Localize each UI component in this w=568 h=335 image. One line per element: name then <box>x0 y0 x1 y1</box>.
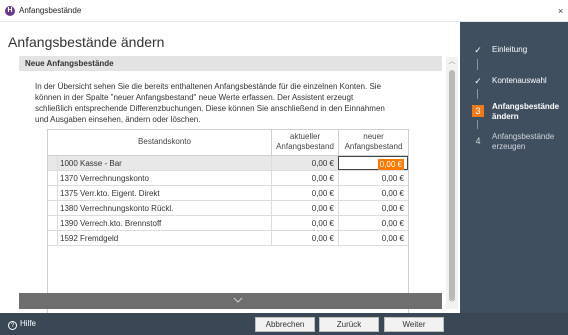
new-balance-input[interactable]: 0,00 € <box>338 231 408 245</box>
scroll-up-icon[interactable]: ︿ <box>446 57 458 67</box>
page-title: Anfangsbestände ändern <box>8 34 165 50</box>
current-balance: 0,00 € <box>271 156 338 170</box>
wizard-steps-sidebar: ✓ Einleitung ✓ Kontenauswahl 3 Anfangsbe… <box>460 22 568 313</box>
next-button[interactable]: Weiter <box>384 317 444 332</box>
header-line: aktueller <box>289 132 321 141</box>
current-balance: 0,00 € <box>271 186 338 200</box>
account-name: 1375 Verr.kto. Eigent. Direkt <box>60 189 160 198</box>
table-row[interactable]: 1370 Verrechnungskonto 0,00 € 0,00 € <box>48 171 408 186</box>
step-connector <box>477 89 478 99</box>
account-name: 1390 Verrech.kto. Brennstoff <box>60 219 162 228</box>
new-balance-value[interactable]: 0,00 € <box>377 159 404 170</box>
window-title: Anfangsbestände <box>19 6 82 15</box>
current-balance: 0,00 € <box>271 171 338 185</box>
column-header-account: Bestandskonto <box>138 137 191 146</box>
footer-bar: ? Hilfe Abbrechen Zurück Weiter <box>0 313 568 335</box>
scrollbar-thumb[interactable] <box>449 70 455 300</box>
new-balance-input[interactable]: 0,00 € <box>338 156 408 170</box>
current-balance: 0,00 € <box>271 231 338 245</box>
intro-line: schließlich entsprechende Differenzbuchu… <box>35 104 385 113</box>
intro-line: und Ausgaben einsehen, ändern oder lösch… <box>35 115 201 124</box>
table-row[interactable]: 1380 Verrechnungskonto Rückl. 0,00 € 0,0… <box>48 201 408 216</box>
help-link[interactable]: ? Hilfe <box>8 319 36 330</box>
current-balance: 0,00 € <box>271 216 338 230</box>
header-line: Anfangsbestand <box>344 142 403 151</box>
step-label: Einleitung <box>492 45 528 54</box>
cancel-button[interactable]: Abbrechen <box>255 317 315 332</box>
checkmark-icon: ✓ <box>474 76 482 86</box>
vertical-scrollbar[interactable]: ︿ ﹀ <box>446 57 458 309</box>
column-header-new-balance: neuer Anfangsbestand <box>338 130 408 156</box>
scroll-more-strip[interactable] <box>19 293 442 309</box>
step-label-line: erzeugen <box>492 142 526 151</box>
row-selector[interactable] <box>48 156 58 170</box>
intro-text: In der Übersicht sehen Sie die bereits e… <box>35 81 395 125</box>
account-name: 1380 Verrechnungskonto Rückl. <box>60 204 174 213</box>
new-balance-input[interactable]: 0,00 € <box>338 171 408 185</box>
account-name: 1000 Kasse - Bar <box>60 159 122 168</box>
close-icon[interactable]: × <box>558 4 568 18</box>
step-label: Anfangsbestände ändern <box>492 102 559 122</box>
table-row[interactable]: 1592 Fremdgeld 0,00 € 0,00 € <box>48 231 408 246</box>
scroll-down-icon[interactable]: ﹀ <box>446 299 458 309</box>
table-row[interactable]: 1390 Verrech.kto. Brennstoff 0,00 € 0,00… <box>48 216 408 231</box>
row-selector[interactable] <box>48 186 58 200</box>
back-button[interactable]: Zurück <box>319 317 379 332</box>
table-header: Bestandskonto aktueller Anfangsbestand n… <box>48 130 408 156</box>
row-selector[interactable] <box>48 216 58 230</box>
header-line: neuer <box>363 132 384 141</box>
account-name: 1370 Verrechnungskonto <box>60 174 149 183</box>
step-label: Anfangsbestände erzeugen <box>492 132 554 152</box>
row-selector[interactable] <box>48 231 58 245</box>
step-connector <box>477 59 478 70</box>
header-line: Anfangsbestand <box>276 142 334 151</box>
step-label-line: ändern <box>492 112 519 121</box>
table-row[interactable]: 1000 Kasse - Bar 0,00 € 0,00 € <box>48 156 408 171</box>
intro-line: In der Übersicht sehen Sie die bereits e… <box>35 82 382 91</box>
window-titlebar: H Anfangsbestände × <box>0 0 568 22</box>
new-balance-input[interactable]: 0,00 € <box>338 216 408 230</box>
help-label[interactable]: Hilfe <box>20 319 36 328</box>
step-connector <box>477 120 478 129</box>
step-number-badge: 4 <box>475 136 481 146</box>
section-title: Neue Anfangsbestände <box>25 59 114 68</box>
help-icon[interactable]: ? <box>8 321 17 330</box>
main-content: Anfangsbestände ändern Neue Anfangsbestä… <box>0 22 460 331</box>
account-name: 1592 Fremdgeld <box>60 234 119 243</box>
step-number-badge: 3 <box>472 105 484 117</box>
row-selector[interactable] <box>48 201 58 215</box>
app-logo-icon: H <box>5 6 15 16</box>
new-balance-input[interactable]: 0,00 € <box>338 201 408 215</box>
chevron-down-icon[interactable] <box>233 296 243 304</box>
new-balance-input[interactable]: 0,00 € <box>338 186 408 200</box>
step-label-line: Anfangsbestände <box>492 132 555 141</box>
current-balance: 0,00 € <box>271 201 338 215</box>
row-selector[interactable] <box>48 171 58 185</box>
intro-line: können in der Spalte "neuer Anfangsbesta… <box>35 93 354 102</box>
step-label: Kontenauswahl <box>492 76 547 85</box>
table-row[interactable]: 1375 Verr.kto. Eigent. Direkt 0,00 € 0,0… <box>48 186 408 201</box>
section-header: Neue Anfangsbestände <box>19 56 442 71</box>
checkmark-icon: ✓ <box>474 45 482 55</box>
step-label-line: Anfangsbestände <box>492 102 560 111</box>
column-header-current-balance: aktueller Anfangsbestand <box>271 130 338 156</box>
